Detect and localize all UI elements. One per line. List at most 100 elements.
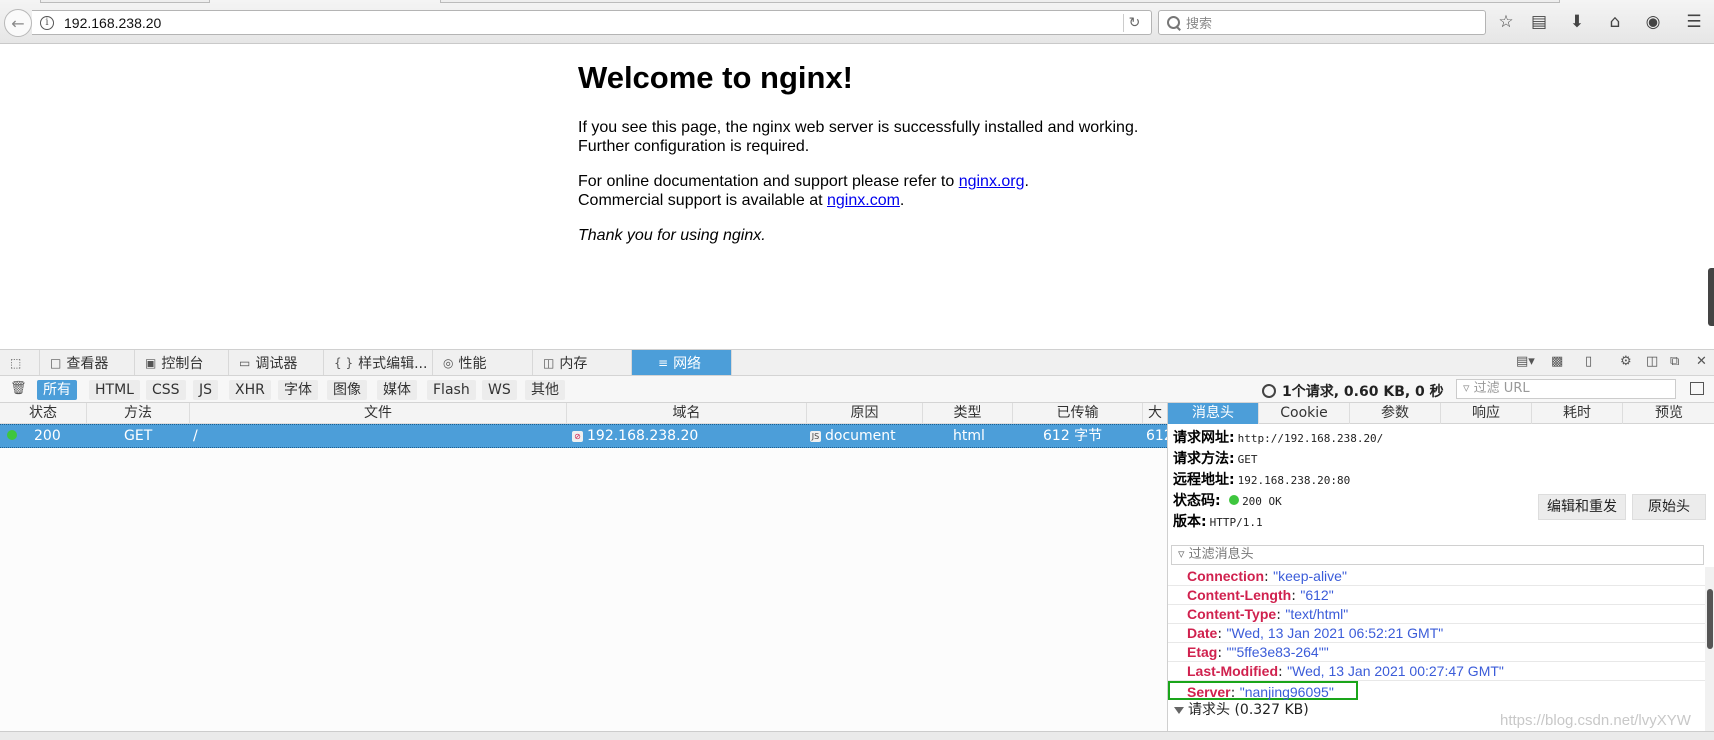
tab-label: 查看器 [66,355,109,372]
header-value: "612" [1300,587,1334,603]
filter-all[interactable]: 所有 [37,380,77,400]
filter-ws[interactable]: WS [482,380,517,400]
tab-cookies[interactable]: Cookie [1259,403,1350,424]
search-bar[interactable]: 搜索 [1158,10,1486,35]
tab-edge[interactable] [40,0,210,3]
request-url-label: 请求网址: [1173,430,1235,446]
status-code-label: 状态码: [1173,493,1221,509]
devtools-panel: ⬚ □ 查看器 ▣ 控制台 ▭ 调试器 { } 样式编辑... ◎ 性能 ◫ 内存 ≡ 网络 … [0,349,1714,740]
dock-mode-icon[interactable]: ▤▾ [1516,354,1535,369]
close-icon[interactable]: ✕ [1696,354,1707,369]
request-table-header: 状态 方法 文件 域名 原因 类型 已传输 大 [0,403,1167,424]
horizontal-scrollbar[interactable] [0,731,1714,740]
filter-html[interactable]: HTML [89,380,140,400]
list-item[interactable]: Last-Modified: "Wed, 13 Jan 2021 00:27:4… [1168,662,1705,681]
filter-media[interactable]: 媒体 [377,380,417,400]
reload-icon[interactable]: ↻ [1123,14,1145,32]
js-icon: JS [810,430,821,442]
undock-icon[interactable]: ⧉ [1670,354,1679,369]
http-version-value: HTTP/1.1 [1209,516,1263,529]
edit-resend-button[interactable]: 编辑和重发 [1538,494,1626,520]
list-item[interactable]: Date: "Wed, 13 Jan 2021 06:52:21 GMT" [1168,624,1705,643]
download-icon[interactable]: ⬇ [1565,11,1589,33]
filter-flash[interactable]: Flash [427,380,476,400]
intro-paragraph: If you see this page, the nginx web serv… [578,118,1198,156]
intro-line-2: Further configuration is required. [578,138,810,155]
server-header-highlight[interactable]: Server: "nanjing96095" [1168,681,1358,701]
filter-css[interactable]: CSS [146,380,186,400]
row-domain-text: 192.168.238.20 [587,428,699,444]
filter-other[interactable]: 其他 [525,380,565,400]
col-domain[interactable]: 域名 [567,403,807,424]
performance-gauge-icon[interactable] [1262,384,1276,398]
tab-label: 内存 [559,355,588,372]
tab-response[interactable]: 响应 [1441,403,1532,424]
header-value: "Wed, 13 Jan 2021 06:52:21 GMT" [1226,625,1444,641]
request-url-value: http://192.168.238.20/ [1237,432,1384,445]
scroll-thumb[interactable] [1707,589,1713,649]
tab-network[interactable]: ≡ 网络 [632,350,732,375]
address-bar[interactable]: i 192.168.238.20 ↻ [32,10,1152,35]
list-item[interactable]: Connection: "keep-alive" [1168,567,1705,586]
pocket-icon[interactable]: ◉ [1641,11,1665,33]
tab-inspector[interactable]: □ 查看器 [40,350,135,375]
responsive-icon[interactable]: ▩ [1551,354,1563,369]
header-key: Etag [1187,644,1218,660]
devtools-tabbar: ⬚ □ 查看器 ▣ 控制台 ▭ 调试器 { } 样式编辑... ◎ 性能 ◫ 内存 ≡ 网络 … [0,350,1714,376]
filter-images[interactable]: 图像 [327,380,367,400]
tab-params[interactable]: 参数 [1350,403,1441,424]
back-button[interactable]: ← [4,9,32,37]
nginx-com-link[interactable]: nginx.com [827,192,900,209]
tab-debugger[interactable]: ▭ 调试器 [229,350,324,375]
url-text[interactable]: 192.168.238.20 [64,15,161,31]
tab-style-editor[interactable]: { } 样式编辑... [324,350,433,375]
col-transferred[interactable]: 已传输 [1013,403,1143,424]
row-method: GET [124,428,153,444]
reading-list-icon[interactable]: ▤ [1527,11,1551,33]
element-picker-icon[interactable]: ⬚ [0,350,40,375]
filter-xhr[interactable]: XHR [229,380,271,400]
tab-preview[interactable]: 预览 [1623,403,1714,424]
tab-timings[interactable]: 耗时 [1532,403,1623,424]
status-dot [7,425,17,447]
dock-side-icon[interactable]: ◫ [1646,354,1658,369]
page-heading: Welcome to nginx! [578,60,854,95]
tab-console[interactable]: ▣ 控制台 [135,350,229,375]
browser-toolbar: ← i 192.168.238.20 ↻ 搜索 ☆ ▤ ⬇ ⌂ ◉ ☰ [0,0,1714,44]
header-filter-input[interactable]: ▿ 过滤消息头 [1171,545,1704,565]
list-item[interactable]: Etag: ""5ffe3e83-264"" [1168,643,1705,662]
list-item[interactable]: Content-Type: "text/html" [1168,605,1705,624]
site-info-icon[interactable]: i [40,15,54,30]
col-status[interactable]: 状态 [0,403,87,424]
col-method[interactable]: 方法 [87,403,190,424]
search-placeholder[interactable]: 搜索 [1186,13,1212,32]
clear-trash-icon[interactable]: 🗑 [10,381,27,396]
menu-icon[interactable]: ☰ [1682,11,1706,33]
memory-icon: ◫ [543,355,555,370]
group-label: 请求头 (0.327 KB) [1188,702,1309,718]
page-scrollbar[interactable] [1708,268,1714,326]
home-icon[interactable]: ⌂ [1603,11,1627,33]
filter-fonts[interactable]: 字体 [278,380,318,400]
tab-memory[interactable]: ◫ 内存 [533,350,632,375]
tab-headers[interactable]: 消息头 [1168,403,1259,424]
request-method-label: 请求方法: [1173,451,1235,467]
settings-gear-icon[interactable]: ⚙ [1620,354,1632,369]
col-size[interactable]: 大 [1143,403,1167,424]
tab-performance[interactable]: ◎ 性能 [433,350,533,375]
filter-js[interactable]: JS [193,380,219,400]
toggle-sidebar-icon[interactable] [1690,382,1704,395]
bookmark-star-icon[interactable]: ☆ [1494,11,1518,33]
raw-headers-button[interactable]: 原始头 [1632,494,1706,520]
list-item[interactable]: Content-Length: "612" [1168,586,1705,605]
url-filter-input[interactable]: ▿ 过滤 URL [1456,379,1676,399]
col-cause[interactable]: 原因 [807,403,923,424]
phone-icon[interactable]: ▯ [1585,354,1592,369]
nginx-org-link[interactable]: nginx.org [959,173,1025,190]
headers-scrollbar[interactable] [1705,567,1714,739]
col-file[interactable]: 文件 [190,403,567,424]
tab-edge[interactable] [440,0,1560,3]
col-type[interactable]: 类型 [923,403,1013,424]
console-icon: ▣ [145,355,157,370]
table-row[interactable]: 200 GET / ⊘ 192.168.238.20 JS document htm… [0,424,1167,448]
